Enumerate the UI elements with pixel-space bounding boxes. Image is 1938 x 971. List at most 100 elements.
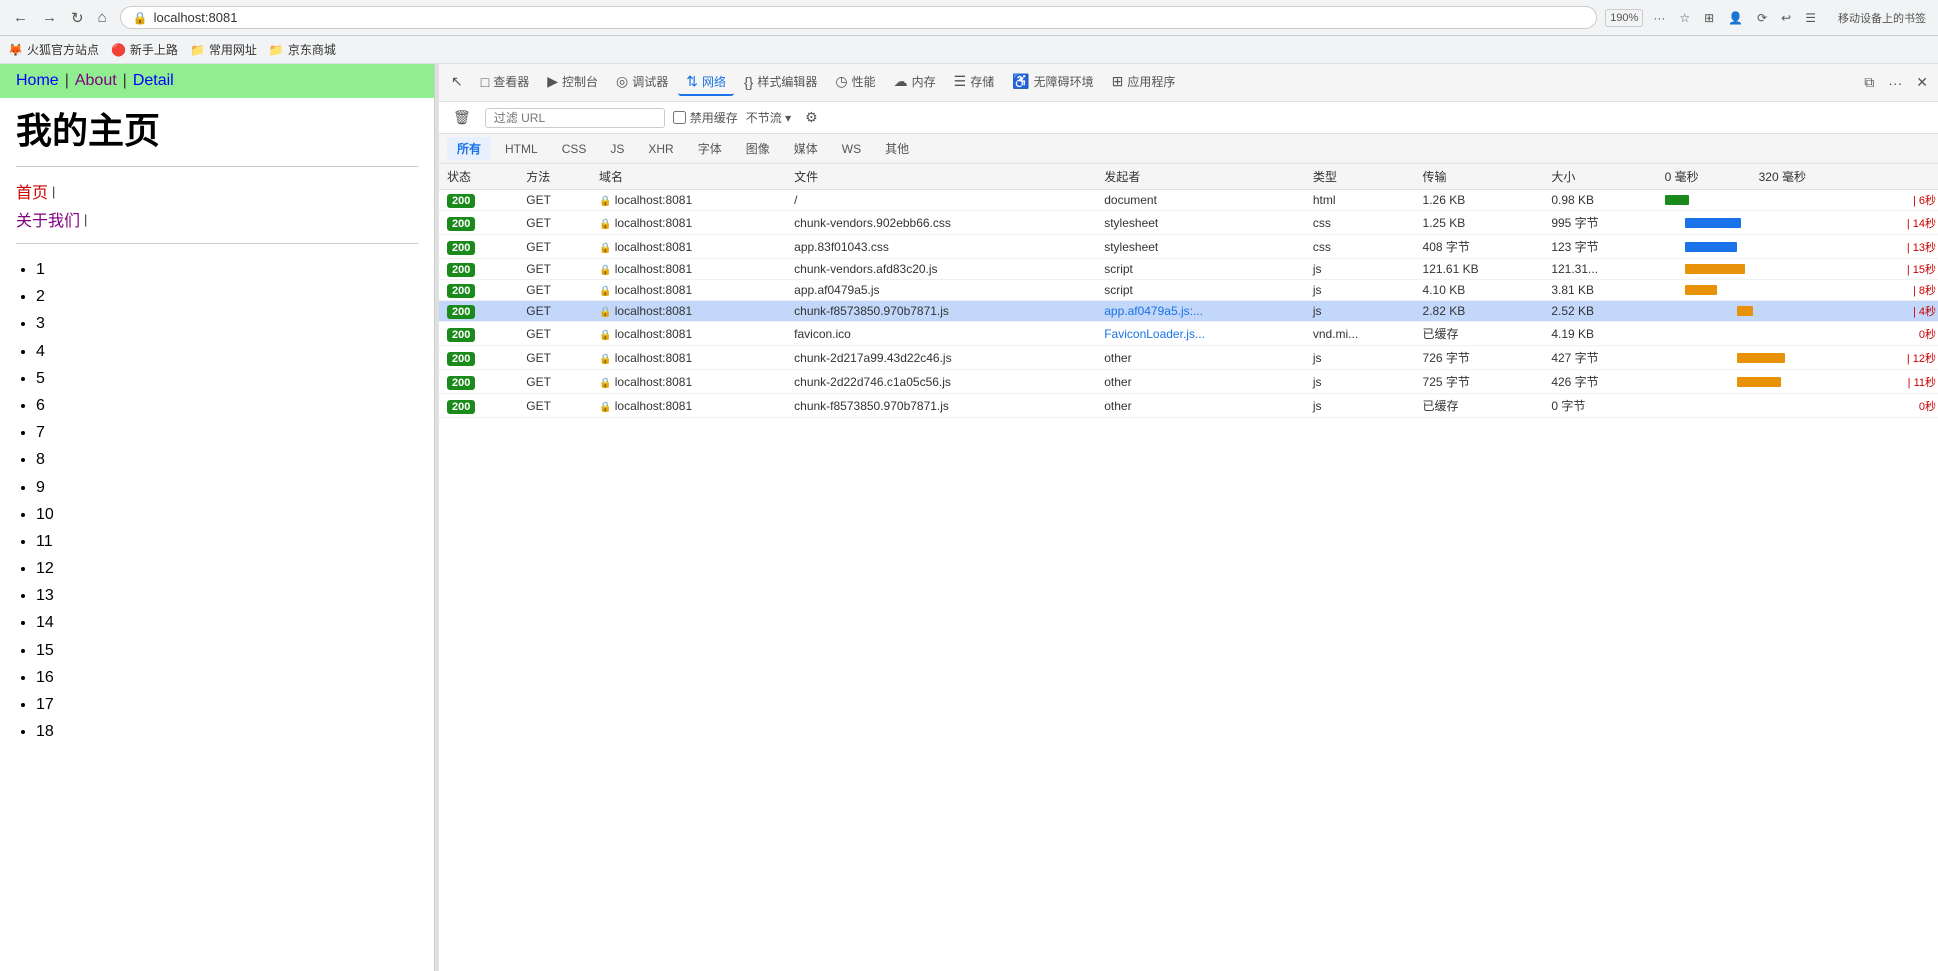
jd-label: 京东商城 (288, 41, 336, 58)
page-title: 我的主页 (0, 98, 434, 162)
forward-button[interactable]: → (37, 7, 62, 28)
reload-button[interactable]: ↻ (66, 7, 89, 29)
filter-url-input[interactable] (485, 108, 665, 128)
account-icon[interactable]: 👤 (1724, 9, 1747, 27)
filter-image[interactable]: 图像 (736, 137, 780, 160)
responsive-design-button[interactable]: ⧉ (1858, 70, 1880, 95)
tool-app[interactable]: ⊞ 应用程序 (1104, 69, 1184, 96)
table-row[interactable]: 200GET🔒 localhost:8081chunk-2d217a99.43d… (439, 346, 1938, 370)
bookmark-newbie[interactable]: 🔴 新手上路 (111, 41, 178, 58)
nav-detail[interactable]: Detail (133, 72, 174, 90)
app-label: 应用程序 (1127, 73, 1175, 90)
cell-method: GET (518, 235, 591, 259)
table-row[interactable]: 200GET🔒 localhost:8081app.83f01043.cssst… (439, 235, 1938, 259)
filter-css[interactable]: CSS (552, 139, 597, 159)
tool-accessibility[interactable]: ♿ 无障碍环境 (1004, 69, 1101, 96)
tool-cursor[interactable]: ↖ (443, 69, 471, 96)
performance-icon: ◷ (835, 73, 847, 90)
debugger-icon: ◎ (616, 73, 628, 90)
table-row[interactable]: 200GET🔒 localhost:8081chunk-2d22d746.c1a… (439, 370, 1938, 394)
timing-text: | 15秒 (1907, 261, 1936, 277)
cell-timing: 0秒 (1657, 322, 1938, 346)
filter-other[interactable]: 其他 (875, 137, 919, 160)
col-timing[interactable]: 0 毫秒 320 毫秒 (1657, 164, 1938, 190)
devtools-settings-button[interactable]: ⚙ (799, 105, 824, 130)
tool-memory[interactable]: ☁ 内存 (886, 69, 944, 96)
bookmark-common[interactable]: 📁 常用网址 (190, 41, 257, 58)
extensions-icon[interactable]: ⊞ (1700, 9, 1718, 27)
filter-xhr[interactable]: XHR (638, 139, 683, 159)
page-subnav: 首页 | 关于我们 | (0, 171, 434, 239)
sync-icon[interactable]: ⟳ (1753, 9, 1771, 27)
subnav-about[interactable]: 关于我们 (16, 207, 80, 231)
col-initiator[interactable]: 发起者 (1096, 164, 1305, 190)
memory-label: 内存 (912, 73, 936, 90)
col-type[interactable]: 类型 (1305, 164, 1415, 190)
tool-network[interactable]: ⇅ 网络 (678, 69, 734, 96)
disable-cache-toggle[interactable]: 禁用缓存 (673, 109, 738, 126)
nav-home[interactable]: Home (16, 72, 59, 90)
cell-size: 427 字节 (1543, 346, 1656, 370)
filter-all[interactable]: 所有 (447, 137, 491, 160)
filter-ws[interactable]: WS (832, 139, 871, 159)
cell-file: chunk-f8573850.970b7871.js (786, 301, 1096, 322)
cell-initiator: stylesheet (1096, 211, 1305, 235)
more-options-button[interactable]: ··· (1649, 9, 1669, 27)
table-row[interactable]: 200GET🔒 localhost:8081chunk-vendors.afd8… (439, 259, 1938, 280)
table-row[interactable]: 200GET🔒 localhost:8081chunk-f8573850.970… (439, 301, 1938, 322)
inspector-icon: □ (481, 74, 489, 90)
network-table: 状态 方法 域名 文件 发起者 类型 传输 大小 0 毫秒 320 毫秒 200… (439, 164, 1938, 418)
throttle-dropdown[interactable]: 不节流 ▾ (746, 109, 791, 126)
filter-media[interactable]: 媒体 (784, 137, 828, 160)
undo-icon[interactable]: ↩ (1777, 9, 1795, 27)
network-table-container[interactable]: 状态 方法 域名 文件 发起者 类型 传输 大小 0 毫秒 320 毫秒 200… (439, 164, 1938, 971)
col-file[interactable]: 文件 (786, 164, 1096, 190)
home-button[interactable]: ⌂ (93, 7, 112, 28)
col-transfer[interactable]: 传输 (1415, 164, 1544, 190)
accessibility-label: 无障碍环境 (1034, 73, 1094, 90)
list-item: 1 (36, 256, 418, 283)
bookmark-jd[interactable]: 📁 京东商城 (269, 41, 336, 58)
tool-style-editor[interactable]: {} 样式编辑器 (736, 69, 825, 96)
hamburger-menu[interactable]: ☰ (1801, 9, 1820, 27)
storage-label: 存储 (970, 73, 994, 90)
subnav-sep: | (52, 184, 55, 199)
tool-performance[interactable]: ◷ 性能 (827, 69, 883, 96)
disable-cache-checkbox[interactable] (673, 111, 686, 124)
cell-initiator: app.af0479a5.js:... (1096, 301, 1305, 322)
back-button[interactable]: ← (8, 7, 33, 28)
cell-domain: 🔒 localhost:8081 (591, 211, 786, 235)
tool-console[interactable]: ▶ 控制台 (539, 69, 606, 96)
list-item: 8 (36, 446, 418, 473)
col-size[interactable]: 大小 (1543, 164, 1656, 190)
table-row[interactable]: 200GET🔒 localhost:8081favicon.icoFavicon… (439, 322, 1938, 346)
tool-storage[interactable]: ☰ 存储 (946, 69, 1003, 96)
cell-method: GET (518, 280, 591, 301)
filter-js[interactable]: JS (600, 139, 634, 159)
list-item: 7 (36, 419, 418, 446)
col-domain[interactable]: 域名 (591, 164, 786, 190)
clear-button[interactable]: 🗑 (447, 106, 477, 129)
bookmark-foxsite[interactable]: 🦊 火狐官方站点 (8, 41, 99, 58)
filter-font[interactable]: 字体 (688, 137, 732, 160)
more-tools-button[interactable]: ··· (1882, 71, 1908, 95)
zoom-level[interactable]: 190% (1605, 9, 1643, 27)
address-bar[interactable]: 🔒 localhost:8081 (120, 6, 1598, 29)
cell-domain: 🔒 localhost:8081 (591, 394, 786, 418)
table-row[interactable]: 200GET🔒 localhost:8081chunk-f8573850.970… (439, 394, 1938, 418)
nav-about[interactable]: About (75, 72, 117, 90)
filter-html[interactable]: HTML (495, 139, 548, 159)
tool-debugger[interactable]: ◎ 调试器 (608, 69, 676, 96)
table-row[interactable]: 200GET🔒 localhost:8081/documenthtml1.26 … (439, 190, 1938, 211)
tool-inspector[interactable]: □ 查看器 (473, 69, 537, 96)
close-devtools-button[interactable]: ✕ (1910, 70, 1934, 95)
url-text: localhost:8081 (154, 10, 1585, 25)
table-row[interactable]: 200GET🔒 localhost:8081app.af0479a5.jsscr… (439, 280, 1938, 301)
bookmark-star-icon[interactable]: ☆ (1675, 9, 1694, 27)
col-method[interactable]: 方法 (518, 164, 591, 190)
cell-status: 200 (439, 322, 518, 346)
table-row[interactable]: 200GET🔒 localhost:8081chunk-vendors.902e… (439, 211, 1938, 235)
subnav-home[interactable]: 首页 (16, 179, 48, 203)
timing-bar (1737, 306, 1753, 316)
col-status[interactable]: 状态 (439, 164, 518, 190)
